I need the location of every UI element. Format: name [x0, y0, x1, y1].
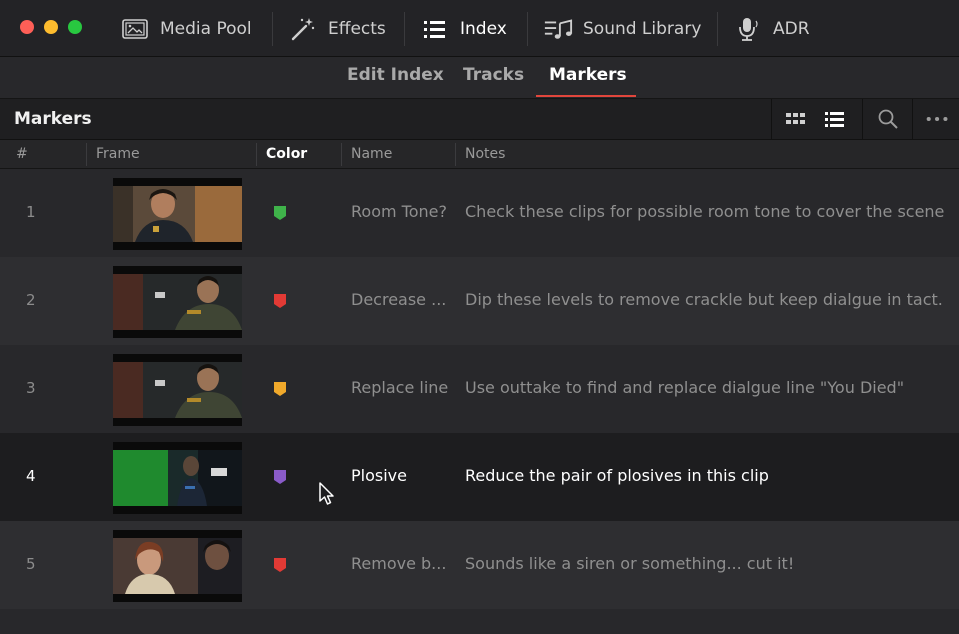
markers-panel-header: Markers	[0, 99, 959, 140]
toolbar-media-pool[interactable]: Media Pool	[120, 0, 252, 57]
marker-row[interactable]: 2 Decrease ... Dip these levels to remov…	[0, 257, 959, 345]
marker-flag-shape	[274, 558, 286, 572]
list-view-icon[interactable]	[822, 107, 848, 131]
index-subtabs: Edit Index Tracks Markers	[0, 57, 959, 99]
marker-color-flag[interactable]	[273, 381, 287, 397]
marker-flag-shape	[274, 382, 286, 396]
marker-color-flag[interactable]	[273, 205, 287, 221]
toolbar-label: Media Pool	[160, 18, 252, 39]
marker-flag-shape	[274, 294, 286, 308]
active-tab-indicator	[536, 95, 636, 97]
column-name[interactable]: Name	[351, 146, 392, 162]
panel-title: Markers	[14, 109, 92, 129]
marker-number: 5	[26, 555, 36, 573]
marker-note: Sounds like a siren or something... cut …	[465, 554, 795, 573]
marker-number: 2	[26, 291, 36, 309]
marker-number: 3	[26, 379, 36, 397]
tab-tracks[interactable]: Tracks	[463, 65, 524, 85]
marker-row-selected[interactable]: 4 Plosive Reduce the pair of plosives in…	[0, 433, 959, 521]
tab-markers[interactable]: Markers	[549, 65, 627, 85]
marker-note: Use outtake to find and replace dialgue …	[465, 378, 905, 397]
index-list-icon	[420, 14, 450, 44]
marker-name: Remove b...	[351, 554, 447, 573]
marker-name: Plosive	[351, 466, 407, 485]
frame-thumbnail[interactable]	[113, 442, 242, 514]
toolbar-adr[interactable]: ADR	[733, 0, 810, 57]
marker-flag-shape	[274, 206, 286, 220]
frame-thumbnail[interactable]	[113, 530, 242, 602]
toolbar-sound-library[interactable]: Sound Library	[543, 0, 701, 57]
markers-list: 1 Room Tone? Check these clips for possi…	[0, 169, 959, 634]
more-options-icon[interactable]	[925, 107, 951, 131]
toolbar-label: Sound Library	[583, 18, 702, 39]
toolbar-label: ADR	[773, 18, 810, 39]
column-color[interactable]: Color	[266, 146, 307, 162]
marker-name: Room Tone?	[351, 202, 447, 221]
marker-name: Decrease ...	[351, 290, 447, 309]
zoom-window-button[interactable]	[68, 20, 82, 34]
top-toolbar: Media Pool Effects Index Sound Library A…	[0, 0, 959, 57]
tab-edit-index[interactable]: Edit Index	[347, 65, 444, 85]
toolbar-label: Index	[460, 18, 507, 39]
minimize-window-button[interactable]	[44, 20, 58, 34]
microphone-icon	[733, 14, 763, 44]
toolbar-label: Effects	[328, 18, 386, 39]
frame-thumbnail[interactable]	[113, 354, 242, 426]
effects-wand-icon	[288, 14, 318, 44]
column-header: # Frame Color Name Notes	[0, 140, 959, 169]
sound-library-icon	[543, 14, 573, 44]
marker-name: Replace line	[351, 378, 449, 397]
marker-color-flag[interactable]	[273, 469, 287, 485]
marker-note: Reduce the pair of plosives in this clip	[465, 466, 769, 485]
marker-row[interactable]: 3 Replace line Use outtake to find and r…	[0, 345, 959, 433]
marker-color-flag[interactable]	[273, 557, 287, 573]
marker-row[interactable]: 5 Remove b... Sounds like a siren or som…	[0, 521, 959, 609]
column-number[interactable]: #	[16, 146, 28, 162]
marker-flag-shape	[274, 470, 286, 484]
empty-row	[0, 609, 959, 634]
search-icon[interactable]	[875, 107, 901, 131]
frame-thumbnail[interactable]	[113, 178, 242, 250]
marker-row[interactable]: 1 Room Tone? Check these clips for possi…	[0, 169, 959, 257]
toolbar-index[interactable]: Index	[420, 0, 507, 57]
thumbnail-view-icon[interactable]	[783, 107, 809, 131]
marker-color-flag[interactable]	[273, 293, 287, 309]
media-pool-icon	[120, 14, 150, 44]
marker-note: Dip these levels to remove crackle but k…	[465, 290, 943, 309]
column-notes[interactable]: Notes	[465, 146, 505, 162]
marker-number: 4	[26, 467, 36, 485]
close-window-button[interactable]	[20, 20, 34, 34]
column-frame[interactable]: Frame	[96, 146, 140, 162]
marker-number: 1	[26, 203, 36, 221]
marker-note: Check these clips for possible room tone…	[465, 202, 945, 221]
toolbar-effects[interactable]: Effects	[288, 0, 386, 57]
mouse-pointer-icon	[319, 482, 334, 505]
frame-thumbnail[interactable]	[113, 266, 242, 338]
